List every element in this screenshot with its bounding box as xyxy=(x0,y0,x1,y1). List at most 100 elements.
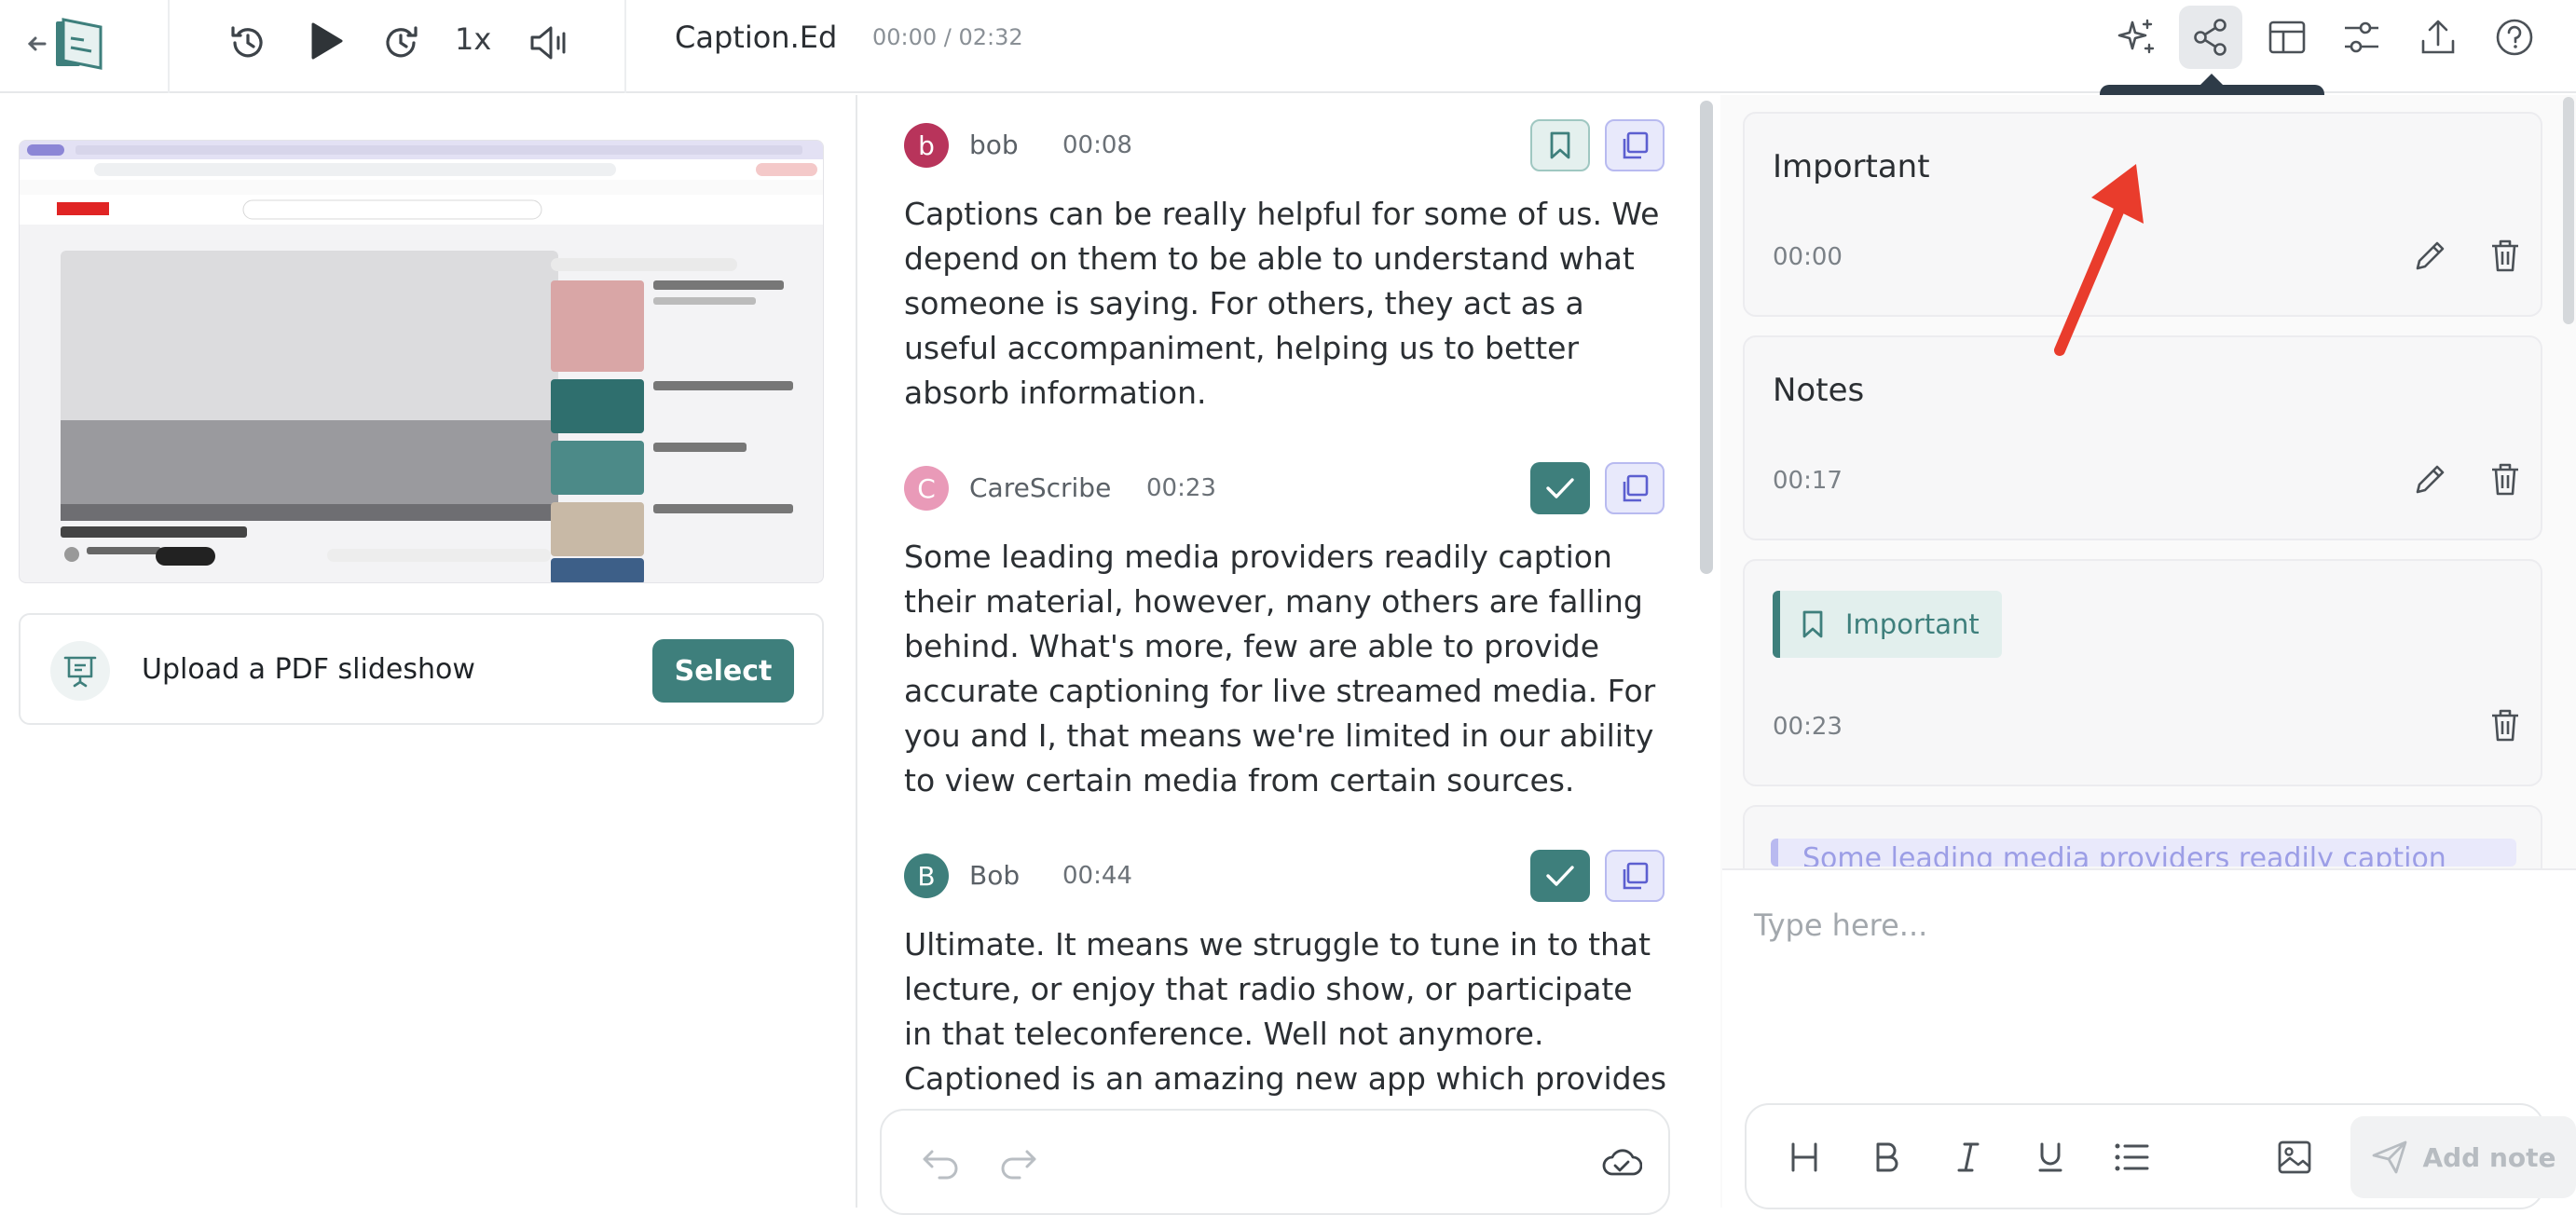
redo-button[interactable] xyxy=(997,1142,1040,1180)
note-time[interactable]: 00:23 xyxy=(1773,710,1843,744)
note-title: Important xyxy=(1773,148,1930,185)
timestamp[interactable]: 00:23 xyxy=(1146,470,1216,507)
sparkle-icon xyxy=(2117,19,2155,54)
layout-icon xyxy=(2268,20,2306,54)
underline-icon xyxy=(2038,1142,2062,1172)
avatar-initial: B xyxy=(917,860,936,892)
page-title: Caption.Ed xyxy=(675,20,838,55)
transcript-text[interactable]: Some leading media providers readily cap… xyxy=(904,535,1668,803)
edit-note-button[interactable] xyxy=(2408,233,2453,278)
bookmark-button[interactable] xyxy=(1530,119,1590,171)
upload-icon xyxy=(2421,20,2455,54)
heading-button[interactable] xyxy=(1780,1133,1829,1181)
forward-button[interactable] xyxy=(375,17,427,69)
avatar: B xyxy=(904,853,949,898)
redo-icon xyxy=(1001,1150,1036,1180)
bookmark-icon xyxy=(1550,131,1570,159)
transcript-edit-bar xyxy=(880,1109,1670,1215)
copy-button[interactable] xyxy=(1605,850,1665,902)
speaker-name[interactable]: bob xyxy=(969,127,1019,164)
export-button[interactable] xyxy=(2406,6,2470,69)
note-card[interactable]: Important 00:23 xyxy=(1743,559,2542,786)
trash-icon xyxy=(2492,709,2518,742)
edit-note-button[interactable] xyxy=(2408,457,2453,501)
note-title: Notes xyxy=(1773,372,1865,409)
bookmarked-check-button[interactable] xyxy=(1530,462,1590,514)
video-preview[interactable] xyxy=(19,140,824,583)
playback-speed[interactable]: 1x xyxy=(455,19,491,60)
upload-pdf-label: Upload a PDF slideshow xyxy=(142,653,475,686)
list-icon xyxy=(2115,1143,2149,1171)
note-preview-snippet: Some leading media providers readily cap… xyxy=(1771,839,2516,867)
timestamp[interactable]: 00:44 xyxy=(1062,857,1132,894)
speaker-name[interactable]: Bob xyxy=(969,857,1020,894)
playback-time: 00:00 / 02:32 xyxy=(872,24,1023,50)
undo-button[interactable] xyxy=(919,1142,962,1180)
cloud-check-icon xyxy=(1602,1149,1642,1176)
share-recording-button[interactable] xyxy=(2179,6,2242,69)
volume-icon xyxy=(530,26,566,60)
transcript-pane: b bob 00:08 Captions can be really helpf… xyxy=(857,95,1696,1208)
bookmark-icon xyxy=(1802,610,1823,638)
delete-note-button[interactable] xyxy=(2483,457,2528,501)
image-icon xyxy=(2278,1140,2311,1174)
delete-note-button[interactable] xyxy=(2483,703,2528,747)
help-button[interactable] xyxy=(2483,6,2546,69)
italic-button[interactable] xyxy=(1944,1133,1993,1181)
italic-icon xyxy=(1957,1142,1980,1172)
check-icon xyxy=(1546,866,1574,886)
play-button[interactable] xyxy=(298,13,354,69)
note-input-placeholder[interactable]: Type here... xyxy=(1754,908,1927,943)
transcript-scrollbar[interactable] xyxy=(1700,101,1713,574)
volume-button[interactable] xyxy=(524,17,576,69)
copy-icon xyxy=(1623,474,1649,502)
pencil-icon xyxy=(2416,241,2445,270)
note-editor[interactable]: Type here... Add note xyxy=(1722,868,2576,1209)
avatar-initial: C xyxy=(917,472,936,504)
top-bar: 1x Caption.Ed 00:00 / 02:32 xyxy=(0,0,2576,93)
note-card[interactable]: Notes 00:17 xyxy=(1743,335,2542,540)
share-icon xyxy=(2194,19,2227,56)
layout-button[interactable] xyxy=(2255,6,2319,69)
saved-status-button[interactable] xyxy=(1601,1144,1642,1181)
heading-icon xyxy=(1791,1142,1817,1172)
forward-icon xyxy=(386,26,418,58)
add-note-button[interactable]: Add note xyxy=(2350,1116,2576,1198)
select-pdf-button[interactable]: Select xyxy=(652,639,794,703)
copy-button[interactable] xyxy=(1605,119,1665,171)
send-icon xyxy=(2373,1140,2407,1174)
help-icon xyxy=(2496,19,2533,56)
copy-button[interactable] xyxy=(1605,462,1665,514)
copy-icon xyxy=(1623,131,1649,159)
bookmarked-check-button[interactable] xyxy=(1530,850,1590,902)
important-tag: Important xyxy=(1773,591,2002,658)
speaker-name[interactable]: CareScribe xyxy=(969,470,1111,507)
insert-image-button[interactable] xyxy=(2270,1133,2319,1181)
delete-note-button[interactable] xyxy=(2483,233,2528,278)
rewind-button[interactable] xyxy=(222,17,274,69)
underline-button[interactable] xyxy=(2026,1133,2075,1181)
back-logo-button[interactable] xyxy=(26,13,119,75)
presentation-icon xyxy=(50,641,110,701)
tag-label: Important xyxy=(1845,608,1980,640)
bold-button[interactable] xyxy=(1862,1133,1911,1181)
annotation-arrow-icon xyxy=(2054,164,2144,356)
notes-scrollbar[interactable] xyxy=(2563,97,2574,324)
rewind-icon xyxy=(231,26,263,58)
pencil-icon xyxy=(2416,465,2445,494)
note-time[interactable]: 00:17 xyxy=(1773,464,1843,498)
video-thumbnail-icon xyxy=(20,141,823,582)
trash-icon xyxy=(2492,463,2518,496)
bullet-list-button[interactable] xyxy=(2108,1133,2157,1181)
transcript-text[interactable]: Captions can be really helpful for some … xyxy=(904,192,1668,416)
copy-icon xyxy=(1623,862,1649,890)
check-icon xyxy=(1546,478,1574,498)
settings-sliders-button[interactable] xyxy=(2330,6,2393,69)
play-icon xyxy=(311,22,343,60)
note-format-toolbar: Add note xyxy=(1745,1103,2576,1209)
ai-sparkle-button[interactable] xyxy=(2104,6,2168,69)
timestamp[interactable]: 00:08 xyxy=(1062,127,1132,164)
avatar-initial: b xyxy=(918,130,935,161)
note-time[interactable]: 00:00 xyxy=(1773,240,1843,274)
back-arrow-icon xyxy=(27,18,103,70)
